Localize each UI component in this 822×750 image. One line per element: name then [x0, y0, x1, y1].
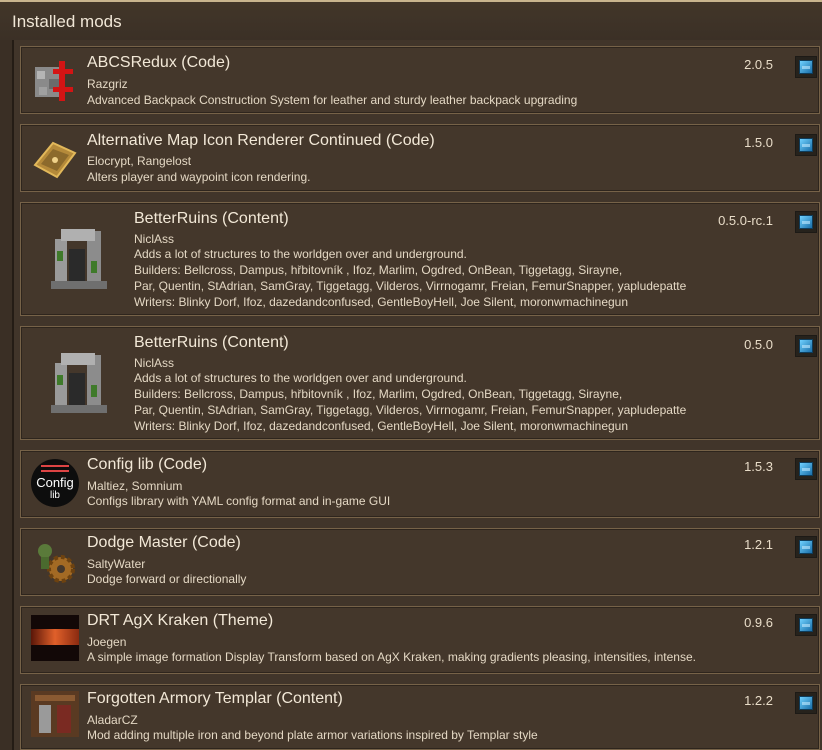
mod-card[interactable]: Forgotten Armory Templar (Content) Alada…	[20, 684, 820, 750]
mod-name: Alternative Map Icon Renderer Continued …	[87, 132, 435, 149]
map-icon	[31, 135, 79, 183]
mod-config-button[interactable]	[795, 458, 817, 480]
armory-icon	[31, 691, 79, 737]
config-icon	[799, 215, 813, 229]
mod-builders-continued: Par, Quentin, StAdrian, SamGray, Tiggeta…	[134, 279, 687, 293]
backpack-icon	[31, 57, 79, 105]
mod-version: 1.5.3	[744, 459, 773, 474]
mod-name: Dodge Master (Code)	[87, 534, 241, 551]
mod-name: DRT AgX Kraken (Theme)	[87, 612, 274, 629]
config-icon	[799, 462, 813, 476]
mod-description: A simple image formation Display Transfo…	[87, 650, 696, 664]
ruins-icon	[47, 221, 111, 293]
mod-writers: Writers: Blinky Dorf, Ifoz, dazedandconf…	[134, 419, 629, 433]
mod-authors: Elocrypt, Rangelost	[87, 154, 192, 168]
config-icon	[799, 618, 813, 632]
mod-card[interactable]: ABCSRedux (Code) Razgriz Advanced Backpa…	[20, 46, 820, 114]
config-lib-icon-subtext: lib	[49, 490, 60, 501]
mod-config-button[interactable]	[795, 536, 817, 558]
page-title: Installed mods	[12, 12, 122, 31]
mod-description: Adds a lot of structures to the worldgen…	[134, 247, 467, 261]
mod-list[interactable]: ABCSRedux (Code) Razgriz Advanced Backpa…	[12, 40, 822, 750]
mod-card[interactable]: BetterRuins (Content) NiclAss Adds a lot…	[20, 202, 820, 316]
ruins-icon	[47, 345, 111, 417]
mod-card[interactable]: Alternative Map Icon Renderer Continued …	[20, 124, 820, 192]
mod-builders: Builders: Bellcross, Dampus, hřbitovník …	[134, 263, 623, 277]
mod-config-button[interactable]	[795, 692, 817, 714]
mod-authors: SaltyWater	[87, 557, 146, 571]
config-icon	[799, 696, 813, 710]
mod-version: 0.5.0-rc.1	[718, 213, 773, 228]
mod-description: Alters player and waypoint icon renderin…	[87, 170, 311, 184]
mod-card[interactable]: BetterRuins (Content) NiclAss Adds a lot…	[20, 326, 820, 440]
mod-authors: AladarCZ	[87, 713, 138, 727]
mod-config-button[interactable]	[795, 614, 817, 636]
mod-builders: Builders: Bellcross, Dampus, hřbitovník …	[134, 387, 623, 401]
mod-name: BetterRuins (Content)	[134, 334, 289, 351]
mod-config-button[interactable]	[795, 56, 817, 78]
mod-name: Config lib (Code)	[87, 456, 208, 473]
config-lib-icon: Config lib	[31, 459, 79, 507]
mod-version: 0.5.0	[744, 337, 773, 352]
mod-version: 1.2.1	[744, 537, 773, 552]
mod-config-button[interactable]	[795, 211, 817, 233]
gear-icon	[31, 537, 79, 585]
mod-description: Mod adding multiple iron and beyond plat…	[87, 728, 538, 742]
header-bar: Installed mods	[0, 0, 822, 40]
config-icon	[799, 339, 813, 353]
mod-card[interactable]: DRT AgX Kraken (Theme) Joegen A simple i…	[20, 606, 820, 674]
mod-name: BetterRuins (Content)	[134, 210, 289, 227]
mod-description: Configs library with YAML config format …	[87, 494, 391, 508]
mod-config-button[interactable]	[795, 134, 817, 156]
mod-authors: Razgriz	[87, 77, 128, 91]
mod-authors: Maltiez, Somnium	[87, 479, 183, 493]
config-icon	[799, 138, 813, 152]
config-icon	[799, 540, 813, 554]
glow-icon	[31, 615, 79, 661]
mod-authors: Joegen	[87, 635, 127, 649]
mod-authors: NiclAss	[134, 232, 175, 246]
mod-version: 1.2.2	[744, 693, 773, 708]
mod-card[interactable]: Dodge Master (Code) SaltyWater Dodge for…	[20, 528, 820, 596]
mod-config-button[interactable]	[795, 335, 817, 357]
mod-description: Adds a lot of structures to the worldgen…	[134, 371, 467, 385]
slider-icon	[41, 465, 69, 467]
config-icon	[799, 60, 813, 74]
config-lib-icon-text: Config	[36, 475, 74, 490]
mod-builders-continued: Par, Quentin, StAdrian, SamGray, Tiggeta…	[134, 403, 687, 417]
mod-writers: Writers: Blinky Dorf, Ifoz, dazedandconf…	[134, 295, 629, 309]
mod-description: Dodge forward or directionally	[87, 572, 247, 586]
mod-version: 0.9.6	[744, 615, 773, 630]
mod-card[interactable]: Config lib Config lib (Code) Maltiez, So…	[20, 450, 820, 518]
mod-version: 2.0.5	[744, 57, 773, 72]
mod-name: ABCSRedux (Code)	[87, 54, 231, 71]
mod-authors: NiclAss	[134, 356, 175, 370]
mod-description: Advanced Backpack Construction System fo…	[87, 93, 578, 107]
mod-name: Forgotten Armory Templar (Content)	[87, 690, 343, 707]
slider-icon	[41, 470, 69, 472]
mod-version: 1.5.0	[744, 135, 773, 150]
